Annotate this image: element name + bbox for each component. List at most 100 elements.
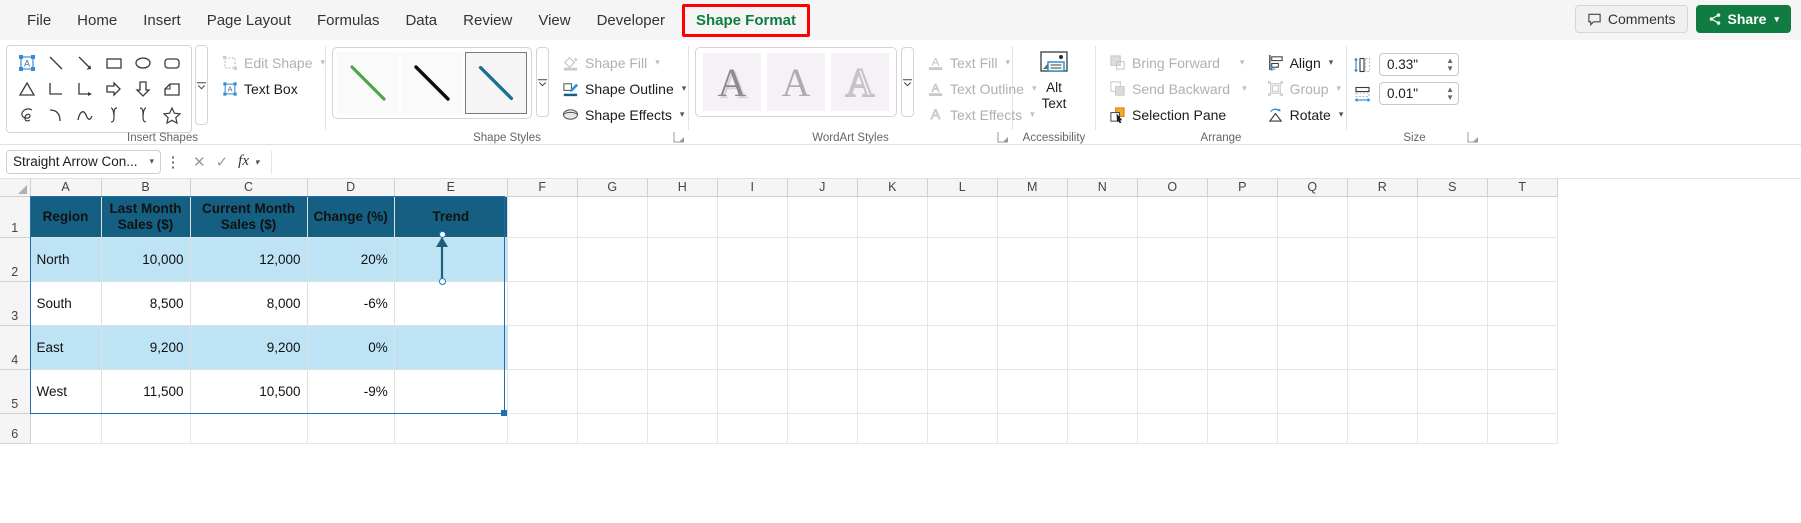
cell-n4[interactable] xyxy=(1067,325,1138,370)
cell-l6[interactable] xyxy=(927,413,998,444)
shapes-gallery[interactable]: A xyxy=(6,45,192,133)
cell-a4[interactable]: East xyxy=(30,325,102,370)
tab-formulas[interactable]: Formulas xyxy=(304,6,393,35)
cell-d4[interactable]: 0% xyxy=(307,325,395,370)
row-header-5[interactable]: 5 xyxy=(0,369,31,414)
shape-oval-icon[interactable] xyxy=(128,50,157,76)
row-header-4[interactable]: 4 xyxy=(0,325,31,370)
column-header-l[interactable]: L xyxy=(927,179,998,197)
cell-o6[interactable] xyxy=(1137,413,1208,444)
cell-s4[interactable] xyxy=(1417,325,1488,370)
formula-input[interactable] xyxy=(271,149,1795,174)
cell-r1[interactable] xyxy=(1347,196,1418,238)
cell-b6[interactable] xyxy=(101,413,191,444)
shape-effects-button[interactable]: Shape Effects ▾ xyxy=(557,103,691,126)
cell-i3[interactable] xyxy=(717,281,788,326)
cell-t6[interactable] xyxy=(1487,413,1558,444)
cell-i5[interactable] xyxy=(717,369,788,414)
shape-style-line-style-green[interactable] xyxy=(337,52,399,114)
shape-elbow-arrow-connector-icon[interactable] xyxy=(70,76,99,102)
cell-d2[interactable]: 20% xyxy=(307,237,395,282)
column-header-i[interactable]: I xyxy=(717,179,788,197)
column-header-o[interactable]: O xyxy=(1137,179,1208,197)
shape-style-line-style-black[interactable] xyxy=(401,52,463,114)
cell-o5[interactable] xyxy=(1137,369,1208,414)
cell-s1[interactable] xyxy=(1417,196,1488,238)
cell-n5[interactable] xyxy=(1067,369,1138,414)
cell-c3[interactable]: 8,000 xyxy=(190,281,308,326)
cell-e3[interactable] xyxy=(394,281,508,326)
shape-width-stepper[interactable]: ▲ ▼ xyxy=(1446,86,1454,102)
cell-l3[interactable] xyxy=(927,281,998,326)
cell-p3[interactable] xyxy=(1207,281,1278,326)
column-header-d[interactable]: D xyxy=(307,179,395,197)
cell-k4[interactable] xyxy=(857,325,928,370)
shape-curve-icon[interactable] xyxy=(70,102,99,128)
cancel-icon[interactable]: ✕ xyxy=(193,153,206,171)
cell-i1[interactable] xyxy=(717,196,788,238)
cell-q2[interactable] xyxy=(1277,237,1348,282)
shape-styles-dialog-launcher[interactable] xyxy=(673,131,685,143)
comments-button[interactable]: Comments xyxy=(1574,5,1688,33)
column-header-e[interactable]: E xyxy=(394,179,508,197)
select-all-corner[interactable] xyxy=(0,179,31,197)
cell-j4[interactable] xyxy=(787,325,858,370)
cell-s2[interactable] xyxy=(1417,237,1488,282)
shape-styles-gallery[interactable] xyxy=(332,47,532,119)
cell-r2[interactable] xyxy=(1347,237,1418,282)
cell-m4[interactable] xyxy=(997,325,1068,370)
cell-a6[interactable] xyxy=(30,413,102,444)
column-header-f[interactable]: F xyxy=(507,179,578,197)
shape-line-arrow-icon[interactable] xyxy=(70,50,99,76)
column-header-g[interactable]: G xyxy=(577,179,648,197)
shape-width-input[interactable]: 0.01" ▲ ▼ xyxy=(1379,82,1459,105)
shape-right-arrow-icon[interactable] xyxy=(99,76,128,102)
cell-e4[interactable] xyxy=(394,325,508,370)
cell-l2[interactable] xyxy=(927,237,998,282)
shape-rounded-rectangle-icon[interactable] xyxy=(157,50,186,76)
cell-k5[interactable] xyxy=(857,369,928,414)
share-button[interactable]: Share ▾ xyxy=(1695,5,1791,33)
cell-n3[interactable] xyxy=(1067,281,1138,326)
shape-down-arrow-icon[interactable] xyxy=(128,76,157,102)
send-backward-button[interactable]: Send Backward ▾ xyxy=(1104,77,1252,100)
cell-d5[interactable]: -9% xyxy=(307,369,395,414)
text-box-button[interactable]: A Text Box xyxy=(216,77,330,100)
column-header-j[interactable]: J xyxy=(787,179,858,197)
group-button[interactable]: Group ▾ xyxy=(1262,77,1349,100)
wordart-styles-dialog-launcher[interactable] xyxy=(997,131,1009,143)
cell-n6[interactable] xyxy=(1067,413,1138,444)
shape-scribble-icon[interactable] xyxy=(12,102,41,128)
column-header-k[interactable]: K xyxy=(857,179,928,197)
shape-height-stepper[interactable]: ▲ ▼ xyxy=(1446,57,1454,73)
shape-line-icon[interactable] xyxy=(41,50,70,76)
cell-h2[interactable] xyxy=(647,237,718,282)
shape-triangle-icon[interactable] xyxy=(12,76,41,102)
shape-folded-corner-icon[interactable] xyxy=(157,76,186,102)
cell-c1[interactable]: Current Month Sales ($) xyxy=(190,196,308,238)
tab-home[interactable]: Home xyxy=(64,6,130,35)
cell-e1[interactable]: Trend xyxy=(394,196,508,238)
cell-p1[interactable] xyxy=(1207,196,1278,238)
cell-p5[interactable] xyxy=(1207,369,1278,414)
shape-fill-button[interactable]: Shape Fill ▾ xyxy=(557,51,691,74)
chevron-down-icon[interactable]: ▾ xyxy=(149,156,154,167)
cell-q4[interactable] xyxy=(1277,325,1348,370)
shape-styles-more-button[interactable] xyxy=(536,47,549,117)
cell-g1[interactable] xyxy=(577,196,648,238)
column-header-t[interactable]: T xyxy=(1487,179,1558,197)
cell-i2[interactable] xyxy=(717,237,788,282)
cell-t3[interactable] xyxy=(1487,281,1558,326)
cell-r4[interactable] xyxy=(1347,325,1418,370)
tab-view[interactable]: View xyxy=(525,6,583,35)
cell-k1[interactable] xyxy=(857,196,928,238)
cell-s6[interactable] xyxy=(1417,413,1488,444)
cell-t5[interactable] xyxy=(1487,369,1558,414)
cell-p2[interactable] xyxy=(1207,237,1278,282)
cell-q6[interactable] xyxy=(1277,413,1348,444)
cell-e2[interactable] xyxy=(394,237,508,282)
wordart-style-outline[interactable]: A xyxy=(831,53,889,111)
wordart-style-shadow[interactable]: A xyxy=(703,53,761,111)
cell-j3[interactable] xyxy=(787,281,858,326)
cell-c4[interactable]: 9,200 xyxy=(190,325,308,370)
